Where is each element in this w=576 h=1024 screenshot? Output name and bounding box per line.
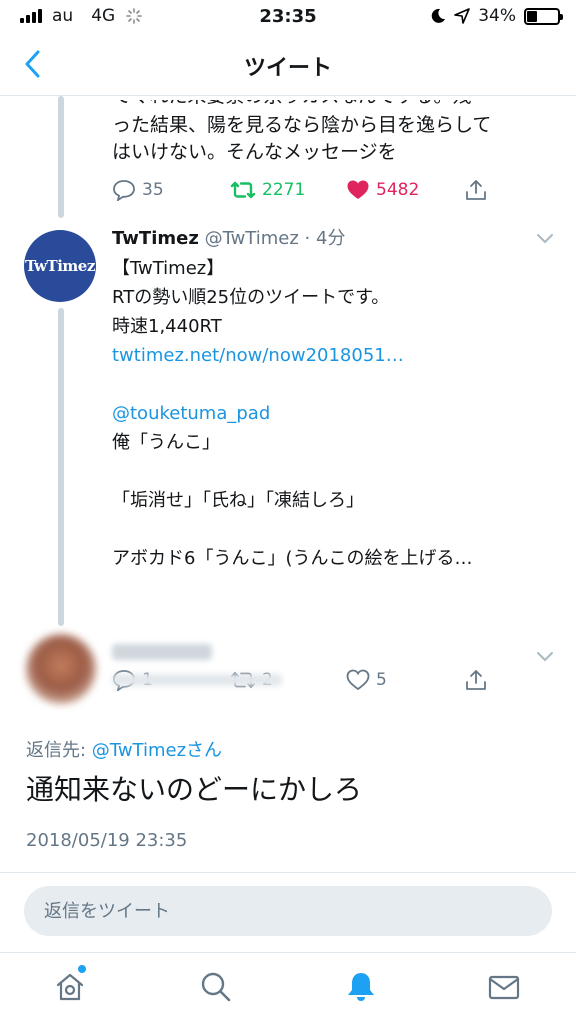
tweet-thread: てくれた未要素の糸りカスなんでする。残 った結果、陽を見るなら陰から目を逸らして… — [0, 96, 576, 878]
tweet-text-line: アボカド6「うんこ」(うんこの絵を上げる… — [112, 548, 473, 569]
battery-fill — [527, 10, 538, 22]
tweet-text-line: 【TwTimez】 — [112, 258, 225, 279]
user-name[interactable]: TwTimez — [112, 228, 199, 249]
tweet-timestamp: 2018/05/19 23:35 — [26, 830, 188, 851]
search-icon — [201, 972, 231, 1002]
reply-bar — [0, 872, 576, 952]
bell-icon — [348, 973, 374, 1001]
moon-icon — [431, 8, 446, 23]
thread-line — [58, 96, 64, 218]
tweet-text-line: 時速1,440RT — [112, 316, 222, 337]
tab-messages[interactable] — [484, 967, 524, 1007]
tab-home[interactable] — [50, 965, 90, 1007]
reply-to-handle[interactable]: @TwTimezさん — [92, 740, 222, 761]
previous-tweet-actions: 35 2271 5482 — [112, 178, 488, 202]
share-button[interactable] — [464, 178, 488, 202]
tweet-text: 通知来ないのどーにかしろ — [26, 773, 363, 806]
blurred-user-name — [112, 644, 212, 660]
previous-tweet-cut-line: てくれた未要素の糸りカスなんでする。残 — [112, 100, 552, 110]
avatar[interactable]: TwTimez — [24, 230, 96, 302]
tweet-menu-button[interactable] — [536, 648, 554, 667]
heart-filled-icon — [347, 180, 369, 199]
reply-button[interactable]: 35 — [112, 179, 230, 201]
status-right: 34% — [430, 6, 563, 26]
tweet-link[interactable]: twtimez.net/now/now2018051… — [112, 341, 552, 370]
blurred-user-handle — [112, 674, 282, 686]
reply-count: 35 — [142, 180, 164, 200]
battery-icon — [524, 7, 563, 25]
reply-input[interactable] — [24, 886, 552, 936]
mention-link[interactable]: @touketuma_pad — [112, 399, 552, 428]
tweet-body: 【TwTimez】 RTの勢い順25位のツイートです。 時速1,440RT tw… — [112, 254, 552, 573]
tweet-twtimez[interactable]: TwTimez TwTimez @TwTimez · 4分 【TwTimez】 … — [0, 220, 576, 691]
reply-icon — [113, 180, 135, 201]
battery-percent: 34% — [478, 6, 516, 26]
page-title: ツイート — [243, 56, 332, 81]
tweet-text-line: はいけない。そんなメッセージを — [112, 141, 397, 163]
previous-tweet-text[interactable]: てくれた未要素の糸りカスなんでする。残 った結果、陽を見るなら陰から目を逸らして… — [112, 100, 552, 166]
tab-search[interactable] — [196, 967, 236, 1007]
chevron-down-icon — [537, 234, 553, 244]
new-content-dot — [78, 965, 86, 973]
location-arrow-icon — [454, 8, 471, 24]
tab-bar — [0, 952, 576, 1024]
home-icon — [56, 973, 84, 1001]
focused-tweet: 返信先: @TwTimezさん 通知来ないのどーにかしろ 2018/05/19 … — [0, 626, 576, 878]
reply-to-line: 返信先: @TwTimezさん — [26, 736, 222, 762]
tweet-text-line: RTの勢い順25位のツイートです。 — [112, 287, 390, 308]
tweet-text-line: 俺「うんこ」 — [112, 432, 220, 453]
like-button[interactable]: 5482 — [346, 179, 464, 201]
avatar-logo-text: TwTimez — [25, 257, 95, 275]
share-icon — [466, 180, 486, 200]
retweet-button[interactable]: 2271 — [230, 179, 346, 201]
tweet-text-line: 「垢消せ」「氏ね」「凍結しろ」 — [112, 490, 364, 511]
tweet-text-line: った結果、陽を見るなら陰から目を逸らして — [112, 114, 492, 136]
tweet-time: · 4分 — [304, 228, 346, 249]
chevron-down-icon — [537, 652, 553, 662]
tweet-header: TwTimez @TwTimez · 4分 — [112, 224, 345, 250]
avatar[interactable] — [26, 634, 96, 704]
user-handle[interactable]: @TwTimez — [205, 228, 299, 249]
tweet-menu-button[interactable] — [536, 230, 554, 249]
retweet-count: 2271 — [262, 180, 306, 200]
reply-to-label: 返信先: — [26, 740, 92, 761]
tab-notifications[interactable] — [341, 967, 381, 1007]
header: ツイート — [0, 34, 576, 96]
retweet-icon — [230, 181, 256, 199]
status-bar: au 4G 23:35 34% — [0, 0, 576, 34]
like-count: 5482 — [376, 180, 420, 200]
envelope-icon — [488, 975, 520, 1000]
